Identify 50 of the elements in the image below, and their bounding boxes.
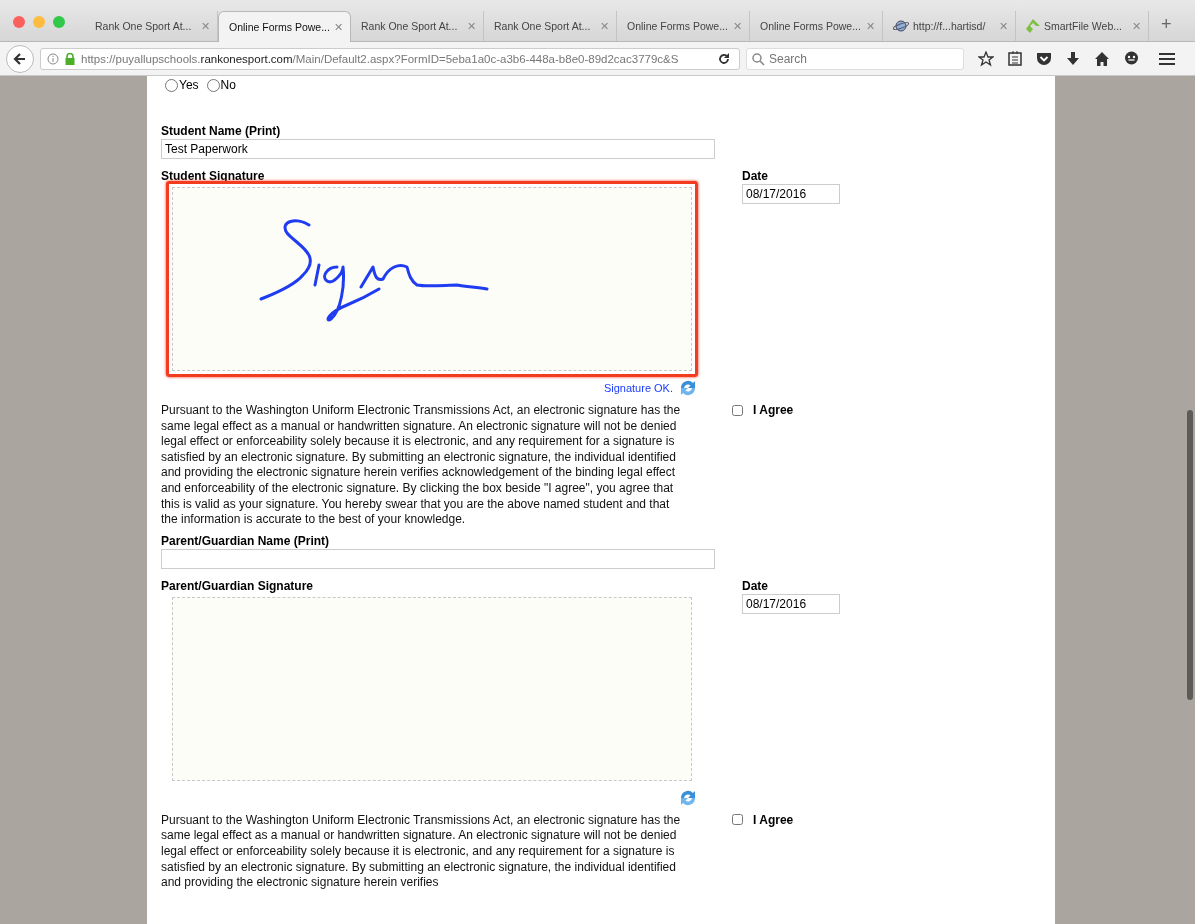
search-field[interactable]: Search bbox=[746, 47, 964, 70]
download-icon[interactable] bbox=[1066, 51, 1080, 66]
radio-label: No bbox=[220, 78, 236, 92]
agree-label: I Agree bbox=[753, 403, 794, 417]
star-icon[interactable] bbox=[978, 50, 994, 67]
signature-status: Signature OK. bbox=[603, 382, 673, 394]
globe-icon bbox=[893, 19, 909, 33]
browser-tab[interactable]: Online Forms Powe... ✕ bbox=[617, 11, 750, 41]
new-tab-button[interactable]: + bbox=[1149, 14, 1184, 41]
field-label: Student Name (Print) bbox=[161, 123, 282, 139]
agree-checkbox[interactable] bbox=[732, 404, 743, 416]
name-input-field[interactable] bbox=[161, 548, 715, 569]
browser-tab[interactable]: Online Forms Powe... ✕ bbox=[218, 11, 351, 42]
menu-icon[interactable] bbox=[1159, 51, 1175, 66]
radio-button[interactable] bbox=[165, 78, 178, 92]
info-icon[interactable] bbox=[47, 52, 59, 65]
field-label: Parent/Guardian Name (Print) bbox=[161, 532, 331, 549]
leaf-logo-icon bbox=[1026, 19, 1040, 33]
browser-tab[interactable]: SmartFile Web... ✕ bbox=[1016, 11, 1149, 41]
date-input-field[interactable]: 08/17/2016 bbox=[742, 593, 840, 614]
browser-tab[interactable]: Rank One Sport At... ✕ bbox=[351, 11, 484, 41]
radio-button[interactable] bbox=[206, 78, 220, 92]
browser-tab[interactable]: Online Forms Powe... ✕ bbox=[750, 11, 883, 41]
browser-tab[interactable]: Rank One Sport At... ✕ bbox=[484, 11, 617, 41]
radio-label: Yes bbox=[179, 78, 199, 92]
back-button[interactable] bbox=[6, 44, 34, 73]
window-close-button[interactable] bbox=[13, 16, 25, 28]
agree-checkbox[interactable] bbox=[732, 814, 743, 826]
url-text: https://puyallupschools.rankonesport.com/Main/Default2.aspx?FormID=5eba1a0c-a3b6-448a-b8e0-89d2cac3779c&S bbox=[81, 52, 680, 65]
name-input-field[interactable]: Test Paperwork bbox=[161, 139, 715, 159]
chat-icon[interactable] bbox=[1124, 51, 1139, 66]
reader-icon[interactable] bbox=[1008, 51, 1022, 66]
field-label: Parent/Guardian Signature bbox=[161, 577, 315, 594]
browser-tab[interactable]: http://f...hartisd/ ✕ bbox=[883, 11, 1016, 41]
disclaimer-text: Pursuant to the Washington Uniform Electronic Transmissions Act, an electronic signature has the same legal effect as a manual or handwritten signature. An electronic signature will not be denied legal effect or enforceability solely because it is electronic, and any requirement for a signature is satisfied by an electronic signature. By submitting an electronic signature, the individual identified and providing the electronic signature herein verifies acknowledgement of the binding legal effect and enforceability of the electronic signature. By clicking the box beside "I agree", you agree that this is valid as your signature. You hereby swear that you are the above named student and that the information is accurate to the best of your knowledge. bbox=[161, 403, 682, 528]
field-label: Student Signature bbox=[161, 168, 266, 184]
reload-icon[interactable] bbox=[717, 51, 731, 66]
signature-pad[interactable] bbox=[166, 181, 698, 377]
field-label: Date bbox=[742, 168, 769, 184]
address-bar[interactable]: https://puyallupschools.rankonesport.com/Main/Default2.aspx?FormID=5eba1a0c-a3b6-448a-b8e0-89d2cac3779c&S bbox=[40, 47, 740, 70]
back-arrow-icon bbox=[13, 51, 27, 66]
date-input-field[interactable]: 08/17/2016 bbox=[742, 184, 840, 204]
agree-label: I Agree bbox=[753, 812, 794, 827]
disclaimer-text: Pursuant to the Washington Uniform Electronic Transmissions Act, an electronic signature has the same legal effect as a manual or handwritten signature. An electronic signature will not be denied legal effect or enforceability solely because it is electronic, and any requirement for a signature is satisfied by an electronic signature. By submitting an electronic signature, the individual identified and providing the electronic signature herein verifies bbox=[161, 812, 682, 891]
lock-icon bbox=[65, 52, 75, 65]
pocket-icon[interactable] bbox=[1036, 51, 1052, 66]
home-icon[interactable] bbox=[1094, 51, 1110, 66]
search-icon bbox=[752, 52, 765, 66]
scrollbar[interactable] bbox=[1187, 410, 1193, 700]
field-label: Date bbox=[742, 577, 769, 594]
